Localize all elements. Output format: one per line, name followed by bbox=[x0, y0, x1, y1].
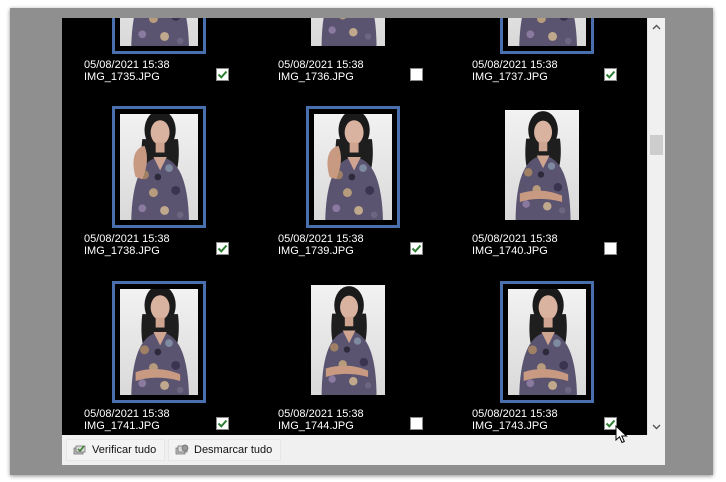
photo-checkbox[interactable] bbox=[410, 242, 423, 255]
check-mark-icon bbox=[217, 244, 228, 253]
photo-checkbox[interactable] bbox=[216, 68, 229, 81]
photo-date: 05/08/2021 15:38 bbox=[278, 59, 364, 71]
photo-checkbox[interactable] bbox=[216, 242, 229, 255]
photo-thumbnail[interactable] bbox=[500, 106, 594, 228]
photo-thumbnail[interactable] bbox=[112, 106, 206, 228]
photo-date: 05/08/2021 15:38 bbox=[472, 233, 558, 245]
uncheck-all-label: Desmarcar tudo bbox=[194, 444, 273, 456]
photo-cell[interactable]: 05/08/2021 15:38 IMG_1743.JPG bbox=[450, 281, 644, 435]
photo-filename: IMG_1743.JPG bbox=[472, 420, 548, 432]
photo-date: 05/08/2021 15:38 bbox=[84, 408, 170, 420]
photo-image bbox=[311, 285, 385, 395]
photo-cell[interactable]: 05/08/2021 15:38 IMG_1741.JPG bbox=[62, 281, 256, 435]
photo-image bbox=[120, 114, 198, 220]
photo-filename: IMG_1740.JPG bbox=[472, 245, 548, 257]
photo-image bbox=[314, 114, 392, 220]
photo-image bbox=[120, 18, 198, 46]
photo-image bbox=[505, 110, 579, 220]
chevron-up-icon[interactable] bbox=[648, 18, 665, 35]
photo-cell[interactable]: 05/08/2021 15:38 IMG_1744.JPG bbox=[256, 281, 450, 435]
check-all-button[interactable]: Verificar tudo bbox=[66, 439, 166, 461]
uncheck-all-button[interactable]: Desmarcar tudo bbox=[168, 439, 282, 461]
photo-cell[interactable]: 05/08/2021 15:38 IMG_1739.JPG bbox=[256, 106, 450, 281]
check-mark-icon bbox=[217, 70, 228, 79]
photo-filename: IMG_1738.JPG bbox=[84, 245, 160, 257]
photo-thumbnail[interactable] bbox=[500, 281, 594, 403]
photo-filename: IMG_1741.JPG bbox=[84, 420, 160, 432]
photo-selection-window: 05/08/2021 15:38 IMG_1735.JPG 05/08/2021 1… bbox=[62, 18, 665, 465]
photo-image bbox=[508, 289, 586, 395]
photo-grid[interactable]: 05/08/2021 15:38 IMG_1735.JPG 05/08/2021 1… bbox=[62, 18, 647, 435]
photo-thumbnail[interactable] bbox=[112, 281, 206, 403]
photo-thumbnail[interactable] bbox=[306, 106, 400, 228]
check-mark-icon bbox=[605, 70, 616, 79]
photo-image bbox=[508, 18, 586, 46]
photo-cell[interactable]: 05/08/2021 15:38 IMG_1737.JPG bbox=[450, 18, 644, 107]
photo-date: 05/08/2021 15:38 bbox=[84, 59, 170, 71]
photo-image bbox=[120, 289, 198, 395]
screenshot-backdrop: 05/08/2021 15:38 IMG_1735.JPG 05/08/2021 1… bbox=[0, 0, 726, 482]
photo-checkbox[interactable] bbox=[410, 68, 423, 81]
photo-date: 05/08/2021 15:38 bbox=[472, 59, 558, 71]
photo-checkbox[interactable] bbox=[410, 417, 423, 430]
uncheck-all-icon bbox=[175, 443, 189, 457]
photo-image bbox=[311, 18, 385, 46]
check-all-label: Verificar tudo bbox=[92, 444, 157, 456]
photo-filename: IMG_1737.JPG bbox=[472, 71, 548, 83]
photo-checkbox[interactable] bbox=[216, 417, 229, 430]
vertical-scrollbar[interactable] bbox=[647, 18, 665, 435]
photo-cell[interactable]: 05/08/2021 15:38 IMG_1736.JPG bbox=[256, 18, 450, 107]
check-all-icon bbox=[73, 443, 87, 457]
photo-cell[interactable]: 05/08/2021 15:38 IMG_1740.JPG bbox=[450, 106, 644, 281]
photo-filename: IMG_1735.JPG bbox=[84, 71, 160, 83]
photo-cell[interactable]: 05/08/2021 15:38 IMG_1735.JPG bbox=[62, 18, 256, 107]
photo-date: 05/08/2021 15:38 bbox=[84, 233, 170, 245]
photo-filename: IMG_1744.JPG bbox=[278, 420, 354, 432]
photo-checkbox[interactable] bbox=[604, 68, 617, 81]
photo-thumbnail[interactable] bbox=[500, 18, 594, 54]
photo-filename: IMG_1736.JPG bbox=[278, 71, 354, 83]
scrollbar-thumb[interactable] bbox=[650, 135, 663, 155]
photo-date: 05/08/2021 15:38 bbox=[278, 233, 364, 245]
photo-thumbnail[interactable] bbox=[112, 18, 206, 54]
mouse-pointer-icon bbox=[615, 424, 629, 445]
photo-date: 05/08/2021 15:38 bbox=[472, 408, 558, 420]
photo-thumbnail[interactable] bbox=[306, 18, 400, 54]
photo-checkbox[interactable] bbox=[604, 242, 617, 255]
chevron-down-icon[interactable] bbox=[648, 418, 665, 435]
photo-cell[interactable]: 05/08/2021 15:38 IMG_1738.JPG bbox=[62, 106, 256, 281]
check-mark-icon bbox=[411, 244, 422, 253]
photo-date: 05/08/2021 15:38 bbox=[278, 408, 364, 420]
check-mark-icon bbox=[217, 419, 228, 428]
action-bar: Verificar tudo Desmarcar tudo bbox=[62, 435, 665, 465]
photo-thumbnail[interactable] bbox=[306, 281, 400, 403]
photo-filename: IMG_1739.JPG bbox=[278, 245, 354, 257]
